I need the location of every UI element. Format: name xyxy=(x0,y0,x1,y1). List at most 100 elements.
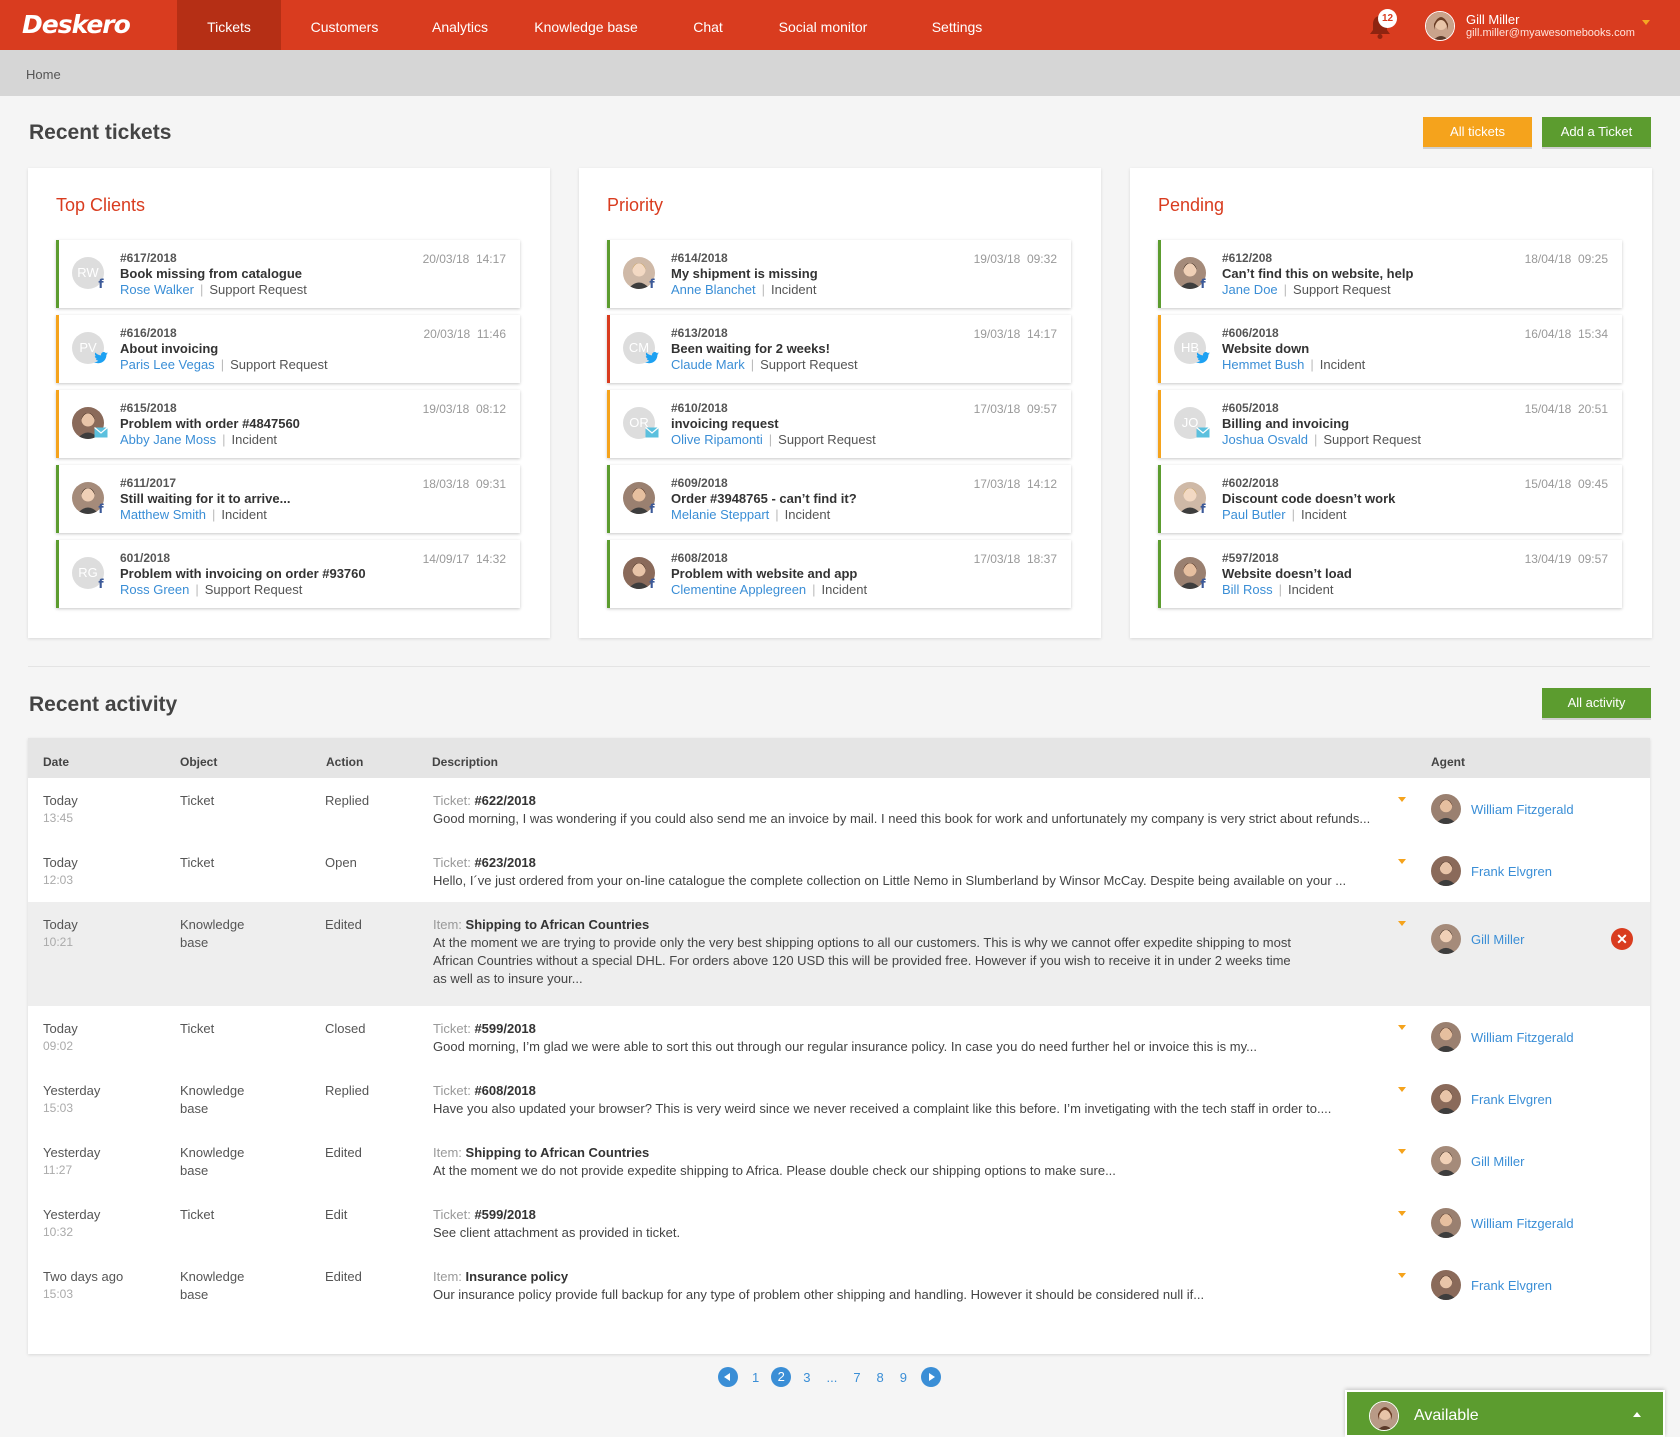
add-ticket-button[interactable]: Add a Ticket xyxy=(1542,117,1651,147)
table-row[interactable]: Yesterday 10:32 Ticket Edit Ticket: #599/201… xyxy=(28,1192,1650,1254)
reference-value[interactable]: #608/2018 xyxy=(474,1083,535,1098)
ticket-card[interactable]: f #609/2018 Order #3948765 - can’t find it… xyxy=(607,465,1071,533)
col-agent[interactable]: Agent xyxy=(1431,755,1465,769)
row-reference[interactable]: Ticket: #599/2018 xyxy=(433,1021,536,1036)
ticket-number[interactable]: #611/2017 xyxy=(120,476,176,490)
client-link[interactable]: Matthew Smith xyxy=(120,507,206,522)
client-link[interactable]: Ross Green xyxy=(120,582,189,597)
client-link[interactable]: Olive Ripamonti xyxy=(671,432,763,447)
ticket-card[interactable]: f #614/2018 My shipment is missing Anne Bla… xyxy=(607,240,1071,308)
reference-value[interactable]: #599/2018 xyxy=(474,1207,535,1222)
col-description[interactable]: Description xyxy=(432,755,498,769)
ticket-subject[interactable]: Order #3948765 - can’t find it? xyxy=(671,491,857,506)
ticket-number[interactable]: #608/2018 xyxy=(671,551,728,565)
caret-down-icon[interactable] xyxy=(1398,1087,1406,1092)
nav-knowledge-base[interactable]: Knowledge base xyxy=(512,0,660,50)
nav-tickets[interactable]: Tickets xyxy=(177,0,281,50)
user-name[interactable]: Gill Miller xyxy=(1466,12,1519,27)
ticket-card[interactable]: CM #613/2018 Been waiting for 2 weeks! Clau… xyxy=(607,315,1071,383)
ticket-number[interactable]: 601/2018 xyxy=(120,551,170,565)
ticket-number[interactable]: #617/2018 xyxy=(120,251,177,265)
reference-value[interactable]: Shipping to African Countries xyxy=(466,917,650,932)
ticket-number[interactable]: #606/2018 xyxy=(1222,326,1279,340)
reference-value[interactable]: #622/2018 xyxy=(474,793,535,808)
client-link[interactable]: Abby Jane Moss xyxy=(120,432,216,447)
deskero-logo[interactable]: Deskero xyxy=(22,10,131,39)
close-icon[interactable]: ✕ xyxy=(1611,928,1633,950)
all-activity-button[interactable]: All activity xyxy=(1542,688,1651,718)
ticket-subject[interactable]: Discount code doesn’t work xyxy=(1222,491,1395,506)
client-link[interactable]: Claude Mark xyxy=(671,357,745,372)
user-avatar[interactable] xyxy=(1425,11,1455,41)
page-9[interactable]: 9 xyxy=(900,1370,907,1385)
ticket-subject[interactable]: Problem with website and app xyxy=(671,566,857,581)
ticket-card[interactable]: RW f #617/2018 Book missing from catalogue R… xyxy=(56,240,520,308)
agent-link[interactable]: Gill Miller xyxy=(1471,1154,1524,1169)
ticket-number[interactable]: #614/2018 xyxy=(671,251,728,265)
client-link[interactable]: Clementine Applegreen xyxy=(671,582,806,597)
reference-value[interactable]: Shipping to African Countries xyxy=(466,1145,650,1160)
ticket-card[interactable]: f #612/208 Can’t find this on website, hel… xyxy=(1158,240,1622,308)
ticket-number[interactable]: #597/2018 xyxy=(1222,551,1279,565)
row-reference[interactable]: Item: Shipping to African Countries xyxy=(433,917,649,932)
agent-link[interactable]: Frank Elvgren xyxy=(1471,864,1552,879)
ticket-subject[interactable]: Billing and invoicing xyxy=(1222,416,1349,431)
nav-chat[interactable]: Chat xyxy=(660,0,756,50)
row-reference[interactable]: Ticket: #608/2018 xyxy=(433,1083,536,1098)
nav-analytics[interactable]: Analytics xyxy=(408,0,512,50)
table-row[interactable]: Yesterday 15:03 Knowledge base Replied Ticke… xyxy=(28,1068,1650,1130)
ticket-subject[interactable]: My shipment is missing xyxy=(671,266,818,281)
agent-link[interactable]: William Fitzgerald xyxy=(1471,1216,1574,1231)
ticket-number[interactable]: #605/2018 xyxy=(1222,401,1279,415)
ticket-subject[interactable]: About invoicing xyxy=(120,341,218,356)
ticket-number[interactable]: #602/2018 xyxy=(1222,476,1279,490)
ticket-subject[interactable]: Website down xyxy=(1222,341,1309,356)
ticket-card[interactable]: #615/2018 Problem with order #4847560 Abby… xyxy=(56,390,520,458)
agent-link[interactable]: Frank Elvgren xyxy=(1471,1278,1552,1293)
agent-link[interactable]: William Fitzgerald xyxy=(1471,1030,1574,1045)
ticket-card[interactable]: JO #605/2018 Billing and invoicing Joshua O… xyxy=(1158,390,1622,458)
row-reference[interactable]: Item: Insurance policy xyxy=(433,1269,568,1284)
col-action[interactable]: Action xyxy=(326,755,363,769)
caret-down-icon[interactable] xyxy=(1398,1149,1406,1154)
client-link[interactable]: Paul Butler xyxy=(1222,507,1286,522)
row-reference[interactable]: Ticket: #623/2018 xyxy=(433,855,536,870)
table-row[interactable]: Today 10:21 Knowledge base Edited Item: Ship… xyxy=(28,902,1650,1006)
row-reference[interactable]: Ticket: #599/2018 xyxy=(433,1207,536,1222)
ticket-subject[interactable]: Can’t find this on website, help xyxy=(1222,266,1413,281)
ticket-card[interactable]: OR #610/2018 invoicing request Olive Ripamo… xyxy=(607,390,1071,458)
table-row[interactable]: Today 12:03 Ticket Open Ticket: #623/2018 Hel… xyxy=(28,840,1650,902)
reference-value[interactable]: #623/2018 xyxy=(474,855,535,870)
ticket-number[interactable]: #613/2018 xyxy=(671,326,728,340)
ticket-number[interactable]: #609/2018 xyxy=(671,476,728,490)
client-link[interactable]: Hemmet Bush xyxy=(1222,357,1304,372)
reference-value[interactable]: Insurance policy xyxy=(466,1269,569,1284)
ticket-number[interactable]: #610/2018 xyxy=(671,401,728,415)
ticket-card[interactable]: f #608/2018 Problem with website and app Cl… xyxy=(607,540,1071,608)
col-object[interactable]: Object xyxy=(180,755,217,769)
row-reference[interactable]: Item: Shipping to African Countries xyxy=(433,1145,649,1160)
col-date[interactable]: Date xyxy=(43,755,69,769)
ticket-subject[interactable]: Website doesn’t load xyxy=(1222,566,1352,581)
ticket-subject[interactable]: Still waiting for it to arrive... xyxy=(120,491,290,506)
agent-link[interactable]: Frank Elvgren xyxy=(1471,1092,1552,1107)
ticket-number[interactable]: #616/2018 xyxy=(120,326,177,340)
client-link[interactable]: Jane Doe xyxy=(1222,282,1278,297)
client-link[interactable]: Paris Lee Vegas xyxy=(120,357,215,372)
caret-down-icon[interactable] xyxy=(1398,921,1406,926)
agent-link[interactable]: Gill Miller xyxy=(1471,932,1524,947)
caret-down-icon[interactable] xyxy=(1398,1273,1406,1278)
all-tickets-button[interactable]: All tickets xyxy=(1423,117,1532,147)
ticket-card[interactable]: PV #616/2018 About invoicing Paris Lee Vega… xyxy=(56,315,520,383)
client-link[interactable]: Bill Ross xyxy=(1222,582,1273,597)
ticket-number[interactable]: #615/2018 xyxy=(120,401,177,415)
page-2-current[interactable]: 2 xyxy=(771,1367,792,1387)
page-8[interactable]: 8 xyxy=(877,1370,884,1385)
chevron-right-icon[interactable] xyxy=(921,1367,942,1387)
ticket-card[interactable]: f #602/2018 Discount code doesn’t work Paul… xyxy=(1158,465,1622,533)
ticket-number[interactable]: #612/208 xyxy=(1222,251,1272,265)
ticket-card[interactable]: f #597/2018 Website doesn’t load Bill Ross |… xyxy=(1158,540,1622,608)
ticket-subject[interactable]: Problem with invoicing on order #93760 xyxy=(120,566,366,581)
ticket-card[interactable]: f #611/2017 Still waiting for it to arrive… xyxy=(56,465,520,533)
table-row[interactable]: Two days ago 15:03 Knowledge base Edited Ite… xyxy=(28,1254,1650,1316)
